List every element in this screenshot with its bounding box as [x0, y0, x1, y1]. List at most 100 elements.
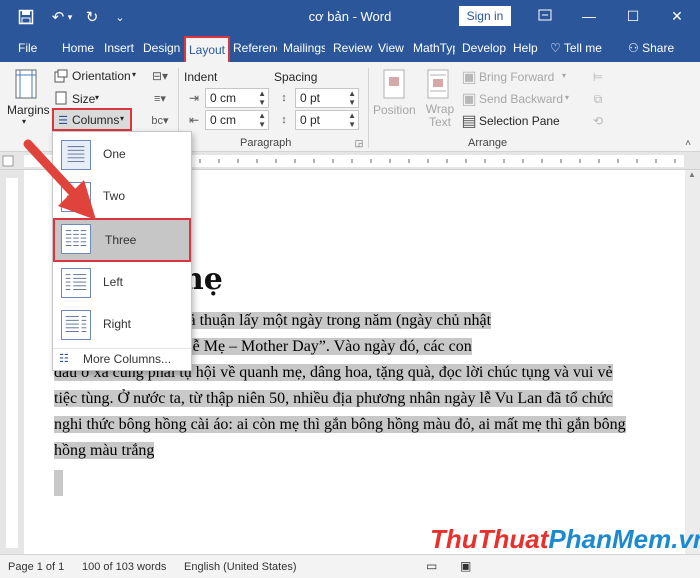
indent-left-value: 0 cm	[210, 91, 237, 105]
columns-option-left[interactable]: Left	[53, 262, 191, 304]
wrap-text-icon[interactable]	[425, 68, 451, 100]
spacing-before-icon: ↕	[281, 92, 287, 104]
columns-option-right[interactable]: Right	[53, 304, 191, 346]
spin-arrows-icon[interactable]: ▲ ▼	[258, 111, 266, 129]
send-backward-icon: ▣	[461, 91, 477, 108]
size-icon	[54, 91, 68, 105]
print-layout-icon[interactable]: ▣	[460, 559, 471, 573]
sign-in-button[interactable]: Sign in	[459, 6, 511, 26]
language-status[interactable]: English (United States)	[184, 561, 297, 573]
tell-me-search[interactable]: ♡ Tell me	[550, 39, 614, 57]
site-watermark: ThuThuatPhanMem.vn	[430, 524, 700, 555]
tab-layout[interactable]: Layout	[184, 36, 230, 62]
indent-right-input[interactable]: 0 cm ▲ ▼	[205, 110, 269, 130]
chevron-down-icon: ▾	[120, 114, 125, 123]
tab-insert[interactable]: Insert	[104, 39, 140, 57]
rotate-icon[interactable]: ⟲	[590, 114, 606, 128]
tab-mailings[interactable]: Mailings	[283, 39, 325, 57]
margins-dropdown-icon[interactable]: ▾	[22, 117, 26, 126]
minimize-icon[interactable]: —	[574, 4, 604, 28]
columns-icon: ☰	[58, 114, 68, 127]
two-columns-icon	[61, 182, 91, 212]
collapse-ribbon-icon[interactable]: ˄	[682, 138, 694, 149]
option-label: Left	[103, 275, 124, 289]
lightbulb-icon: ♡	[550, 41, 564, 55]
read-mode-icon[interactable]: ▭	[426, 559, 437, 573]
size-button[interactable]: Size	[72, 92, 95, 106]
orientation-button[interactable]: Orientation	[72, 69, 131, 83]
spacing-after-input[interactable]: 0 pt ▲ ▼	[295, 110, 359, 130]
tab-home[interactable]: Home	[62, 39, 98, 57]
position-icon[interactable]	[381, 68, 407, 100]
more-columns-icon: ☷	[59, 353, 69, 365]
columns-option-one[interactable]: One	[53, 134, 191, 176]
tab-help[interactable]: Help	[513, 39, 541, 57]
tab-review[interactable]: Review	[333, 39, 373, 57]
vertical-scrollbar[interactable]: ▲	[685, 170, 700, 554]
columns-option-two[interactable]: Two	[53, 176, 191, 218]
indent-right-icon: ⇤	[188, 113, 200, 127]
paragraph-group-label: Paragraph	[240, 137, 292, 149]
more-columns-option[interactable]: ☷ More Columns...	[53, 348, 191, 370]
option-label: Three	[105, 233, 137, 247]
three-columns-icon	[61, 224, 91, 254]
spacing-before-value: 0 pt	[300, 91, 321, 105]
spin-arrows-icon[interactable]: ▲ ▼	[258, 89, 266, 107]
tab-mathtype[interactable]: MathType	[413, 39, 455, 57]
spin-arrows-icon[interactable]: ▲ ▼	[348, 111, 356, 129]
indent-label: Indent	[184, 70, 218, 84]
spacing-before-input[interactable]: 0 pt ▲ ▼	[295, 88, 359, 108]
align-icon[interactable]: ⊨	[590, 70, 606, 84]
spacing-after-value: 0 pt	[300, 113, 321, 127]
spacing-after-icon: ↕	[281, 114, 287, 126]
share-button[interactable]: ⚇ Share	[628, 39, 684, 57]
tab-references[interactable]: References	[233, 39, 277, 57]
scroll-up-icon[interactable]: ▲	[688, 170, 696, 179]
breaks-icon[interactable]: ⊟▾	[148, 68, 172, 84]
position-button[interactable]: Position	[373, 103, 416, 117]
chevron-down-icon: ▾	[132, 70, 137, 79]
indent-left-input[interactable]: 0 cm ▲ ▼	[205, 88, 269, 108]
bring-forward-button[interactable]: Bring Forward	[479, 70, 554, 84]
page-count[interactable]: Page 1 of 1	[8, 561, 64, 573]
close-icon[interactable]: ✕	[662, 4, 692, 28]
send-backward-button[interactable]: Send Backward	[479, 92, 563, 106]
vertical-ruler[interactable]	[0, 170, 24, 554]
margins-icon[interactable]	[12, 68, 40, 100]
watermark-part: PhanMem	[548, 524, 672, 554]
option-label: Two	[103, 189, 126, 203]
tab-design[interactable]: Design	[143, 39, 181, 57]
columns-label: Columns	[72, 113, 120, 127]
right-column-icon	[61, 310, 91, 340]
share-label: Share	[642, 41, 675, 55]
left-column-icon	[61, 268, 91, 298]
word-count[interactable]: 100 of 103 words	[82, 561, 166, 573]
selection-pane-button[interactable]: Selection Pane	[479, 114, 560, 128]
text-line: hồng màu trắng	[54, 438, 696, 464]
selected-text: nghi thức bông hồng cài áo: ai còn mẹ th…	[54, 416, 626, 433]
maximize-icon[interactable]: ☐	[618, 4, 648, 28]
chevron-down-icon: ▾	[565, 93, 570, 102]
watermark-part: .vn	[671, 524, 700, 554]
dialog-launcher-icon[interactable]: ◲	[354, 138, 364, 148]
columns-button[interactable]: ☰ Columns ▾	[52, 108, 132, 131]
columns-option-three[interactable]: Three	[53, 218, 191, 262]
one-column-icon	[61, 140, 91, 170]
hyphenation-icon[interactable]: bc▾	[148, 112, 172, 128]
tab-file[interactable]: File	[18, 39, 44, 57]
arrange-group-label: Arrange	[468, 137, 508, 149]
wrap-text-button[interactable]: Wrap Text	[424, 103, 456, 129]
title-bar: ↶ ▾ ↻ ⌄ cơ bản - Word Sign in — ☐ ✕	[0, 0, 700, 34]
margins-button[interactable]: Margins	[7, 103, 50, 117]
option-label: More Columns...	[83, 352, 172, 366]
chevron-down-icon: ▾	[562, 71, 567, 80]
spin-arrows-icon[interactable]: ▲ ▼	[348, 89, 356, 107]
selected-text: tiệc tùng. Ở nước ta, từ thập niên 50, n…	[54, 390, 613, 407]
tab-view[interactable]: View	[378, 39, 408, 57]
line-numbers-icon[interactable]: ≡▾	[148, 90, 172, 106]
tab-develop[interactable]: Develop	[462, 39, 506, 57]
ribbon-tabs: File Home Insert Design Layout Reference…	[0, 34, 700, 62]
text-line: tiệc tùng. Ở nước ta, từ thập niên 50, n…	[54, 386, 696, 412]
group-icon[interactable]: ⧉	[590, 92, 606, 106]
ribbon-display-options-icon[interactable]	[530, 4, 560, 28]
